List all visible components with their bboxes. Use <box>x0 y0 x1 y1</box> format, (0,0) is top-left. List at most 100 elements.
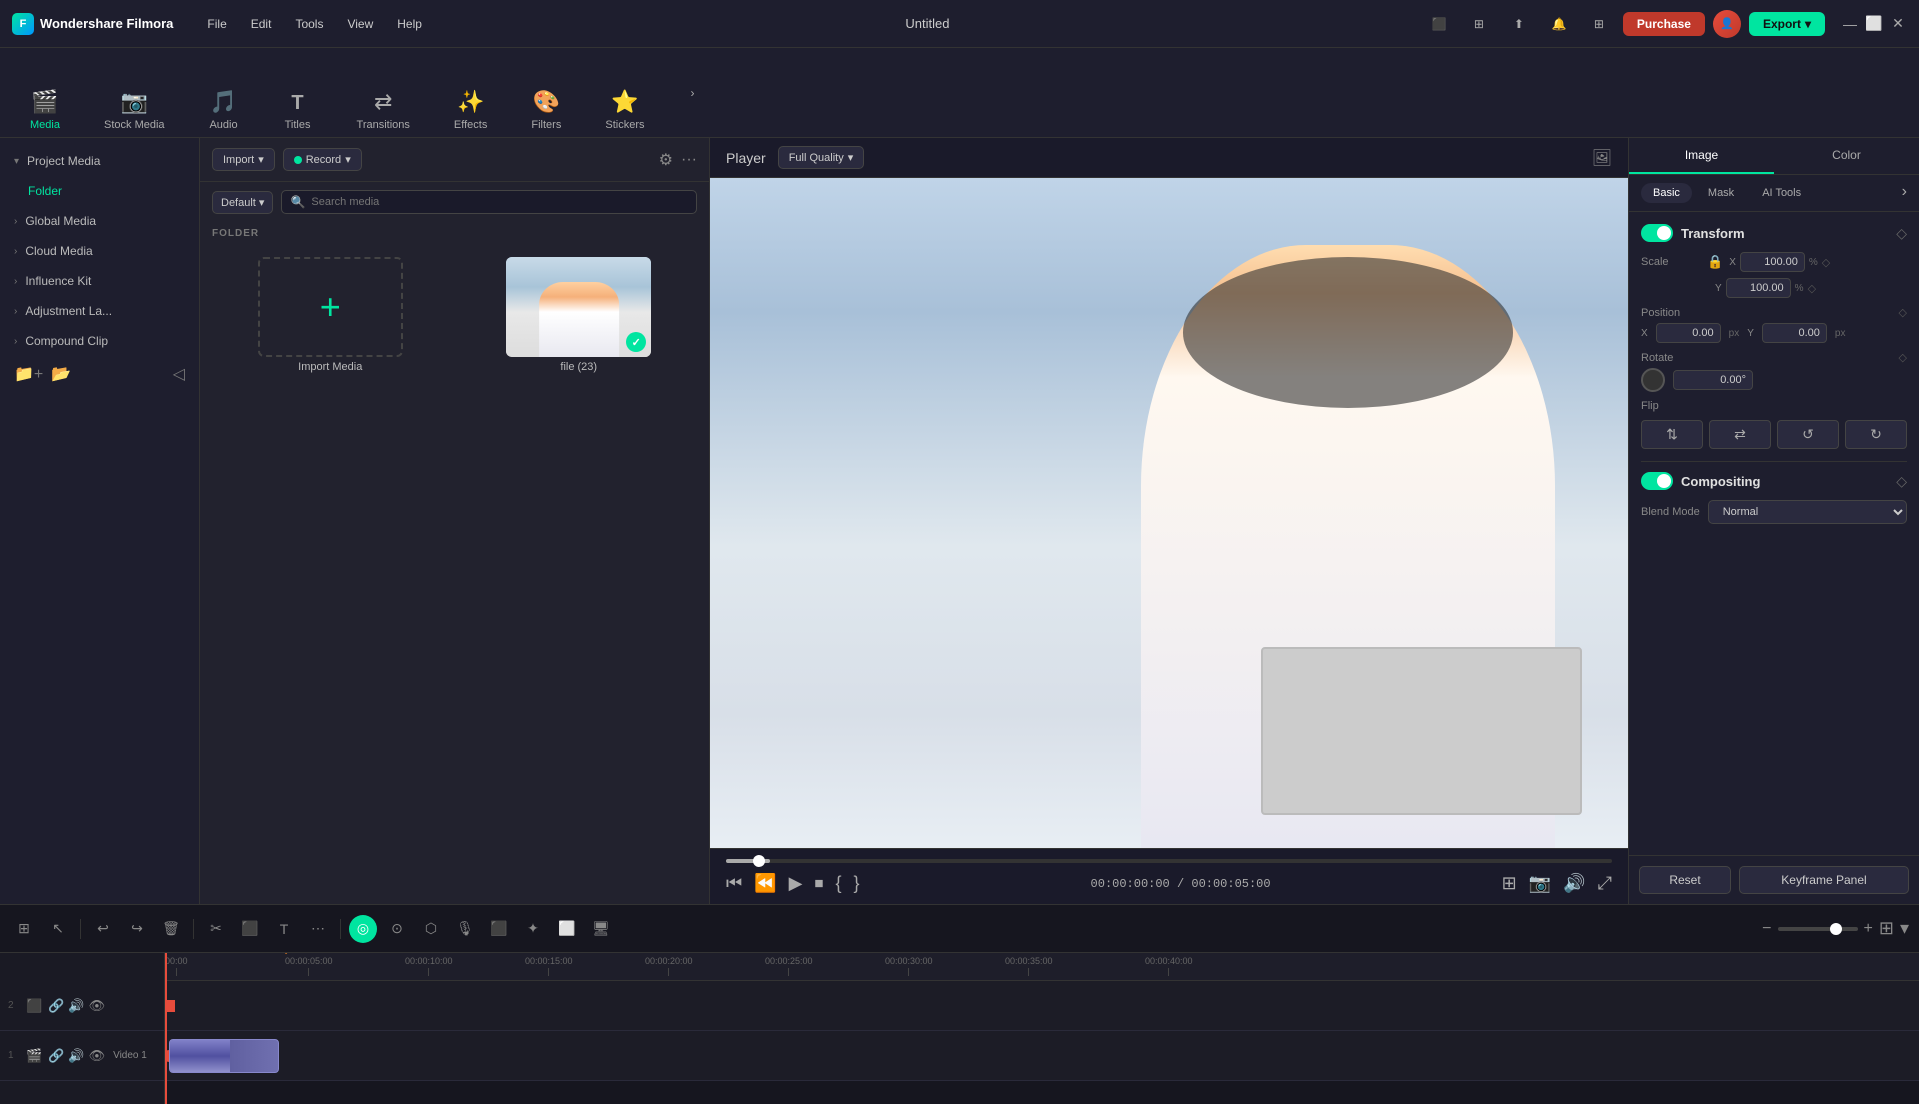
tl-screen-btn[interactable]: 🖥 <box>587 915 615 943</box>
menu-file[interactable]: File <box>197 13 236 35</box>
stop-button[interactable]: ⏹ <box>814 873 823 894</box>
volume-icon[interactable]: 🔊 <box>1563 873 1585 894</box>
filter-icon[interactable]: ⚙ <box>659 150 673 170</box>
grid-icon[interactable]: ⊞ <box>1463 8 1495 40</box>
upload-icon[interactable]: ⬆ <box>1503 8 1535 40</box>
apps-icon[interactable]: ⊞ <box>1583 8 1615 40</box>
tl-pip-btn[interactable]: ⬜ <box>553 915 581 943</box>
subtab-basic[interactable]: Basic <box>1641 183 1692 203</box>
add-to-timeline-icon[interactable]: ⊞ <box>1502 873 1517 894</box>
search-input[interactable] <box>311 196 688 208</box>
flip-vertical-button[interactable]: ⇅ <box>1641 420 1703 449</box>
quality-select[interactable]: Full Quality ▾ <box>778 146 865 169</box>
import-media-item[interactable]: + Import Media <box>212 257 449 373</box>
tl-text-btn[interactable]: T <box>270 915 298 943</box>
tl-shield-btn[interactable]: ⬡ <box>417 915 445 943</box>
pos-x-input[interactable] <box>1656 323 1721 343</box>
tl-undo-btn[interactable]: ↩ <box>89 915 117 943</box>
track-mute-icon[interactable]: 🔊 <box>68 1048 84 1064</box>
tl-zoom-out-btn[interactable]: − <box>1762 920 1771 938</box>
tl-zoom-in-btn[interactable]: + <box>1864 920 1873 938</box>
file23-item[interactable]: ✓ file (23) <box>461 257 698 373</box>
keyframe-panel-button[interactable]: Keyframe Panel <box>1739 866 1909 894</box>
rotate-circle[interactable] <box>1641 368 1665 392</box>
import-button[interactable]: Import ▾ <box>212 148 275 171</box>
tl-ripple-btn[interactable]: ⊙ <box>383 915 411 943</box>
track-audio-icon[interactable]: 🔊 <box>68 998 84 1014</box>
add-folder-icon[interactable]: 📁+ <box>14 364 43 384</box>
player-image-icon[interactable]: 🖼 <box>1592 148 1612 168</box>
tl-trim-btn[interactable]: ⬛ <box>236 915 264 943</box>
sidebar-item-compound-clip[interactable]: › Compound Clip <box>0 326 199 356</box>
position-diamond[interactable]: ◇ <box>1899 306 1907 319</box>
rotate-input[interactable] <box>1673 370 1753 390</box>
tl-cut-btn[interactable]: ✂ <box>202 915 230 943</box>
player-timeline[interactable] <box>726 859 1612 863</box>
blend-mode-select[interactable]: Normal Multiply Screen Overlay <box>1708 500 1907 524</box>
tl-mic-btn[interactable]: 🎙 <box>451 915 479 943</box>
tl-marker-btn[interactable]: ⬛ <box>485 915 513 943</box>
avatar[interactable]: 👤 <box>1713 10 1741 38</box>
playhead[interactable] <box>165 953 167 1104</box>
tl-options-icon[interactable]: ▾ <box>1900 918 1909 939</box>
export-button[interactable]: Export ▾ <box>1749 12 1825 36</box>
tl-scene-btn[interactable]: ✦ <box>519 915 547 943</box>
track-visibility-icon[interactable]: 👁 <box>89 998 106 1014</box>
tl-zoom-slider[interactable] <box>1778 927 1858 931</box>
tool-titles[interactable]: T Titles <box>273 86 323 137</box>
camera-icon[interactable]: 📷 <box>1529 873 1551 894</box>
tab-color[interactable]: Color <box>1774 138 1919 174</box>
menu-view[interactable]: View <box>337 13 383 35</box>
maximize-button[interactable]: ⬜ <box>1865 15 1883 33</box>
transform-diamond-icon[interactable]: ◇ <box>1896 225 1907 242</box>
tool-audio[interactable]: 🎵 Audio <box>199 83 249 137</box>
frame-back-button[interactable]: ⏪ <box>754 873 776 894</box>
tool-media[interactable]: 🎬 Media <box>20 83 70 137</box>
flip-cw-button[interactable]: ↻ <box>1845 420 1907 449</box>
sidebar-item-project-media[interactable]: ▾ Project Media <box>0 146 199 176</box>
tab-image[interactable]: Image <box>1629 138 1774 174</box>
rotate-diamond[interactable]: ◇ <box>1899 351 1907 364</box>
fullscreen-icon[interactable]: ⤢ <box>1598 873 1612 894</box>
collapse-icon[interactable]: ◁ <box>173 364 185 384</box>
tl-grid-icon[interactable]: ⊞ <box>1879 918 1894 939</box>
video-clip-1[interactable] <box>169 1039 279 1073</box>
tool-stickers[interactable]: ⭐ Stickers <box>595 83 654 137</box>
timeline-thumb[interactable] <box>753 855 765 867</box>
tl-delete-btn[interactable]: 🗑 <box>157 915 185 943</box>
transform-toggle[interactable] <box>1641 224 1673 242</box>
subtab-mask[interactable]: Mask <box>1696 183 1746 203</box>
flip-ccw-button[interactable]: ↺ <box>1777 420 1839 449</box>
scale-x-diamond[interactable]: ◇ <box>1822 256 1830 269</box>
tl-redo-btn[interactable]: ↪ <box>123 915 151 943</box>
track-row-2[interactable] <box>165 981 1919 1031</box>
skip-back-button[interactable]: ⏮ <box>726 873 742 894</box>
scale-x-input[interactable] <box>1740 252 1805 272</box>
tl-snap-btn[interactable]: ◎ <box>349 915 377 943</box>
sidebar-item-influence-kit[interactable]: › Influence Kit <box>0 266 199 296</box>
tool-transitions[interactable]: ⇄ Transitions <box>347 83 420 137</box>
reset-button[interactable]: Reset <box>1639 866 1731 894</box>
tl-split-btn[interactable]: ⊞ <box>10 915 38 943</box>
pos-y-input[interactable] <box>1762 323 1827 343</box>
tool-effects[interactable]: ✨ Effects <box>444 83 497 137</box>
monitor-icon[interactable]: ⬛ <box>1423 8 1455 40</box>
minimize-button[interactable]: — <box>1841 15 1859 33</box>
mark-out-button[interactable]: } <box>853 873 859 894</box>
tl-expand-btn[interactable]: ⋯ <box>304 915 332 943</box>
scale-y-diamond[interactable]: ◇ <box>1808 282 1816 295</box>
tool-filters[interactable]: 🎨 Filters <box>521 83 571 137</box>
track-visibility-icon-1[interactable]: 👁 <box>89 1048 106 1064</box>
toolbar-more-button[interactable]: › <box>678 79 706 107</box>
subtab-ai-tools[interactable]: AI Tools <box>1750 183 1813 203</box>
compositing-diamond-icon[interactable]: ◇ <box>1896 473 1907 490</box>
sidebar-item-global-media[interactable]: › Global Media <box>0 206 199 236</box>
sidebar-item-adjustment-layer[interactable]: › Adjustment La... <box>0 296 199 326</box>
menu-help[interactable]: Help <box>387 13 432 35</box>
sidebar-item-folder[interactable]: Folder <box>0 176 199 206</box>
bell-icon[interactable]: 🔔 <box>1543 8 1575 40</box>
compositing-toggle[interactable] <box>1641 472 1673 490</box>
folder-icon[interactable]: 📂 <box>51 364 71 384</box>
menu-edit[interactable]: Edit <box>241 13 282 35</box>
more-icon[interactable]: ··· <box>681 151 697 169</box>
